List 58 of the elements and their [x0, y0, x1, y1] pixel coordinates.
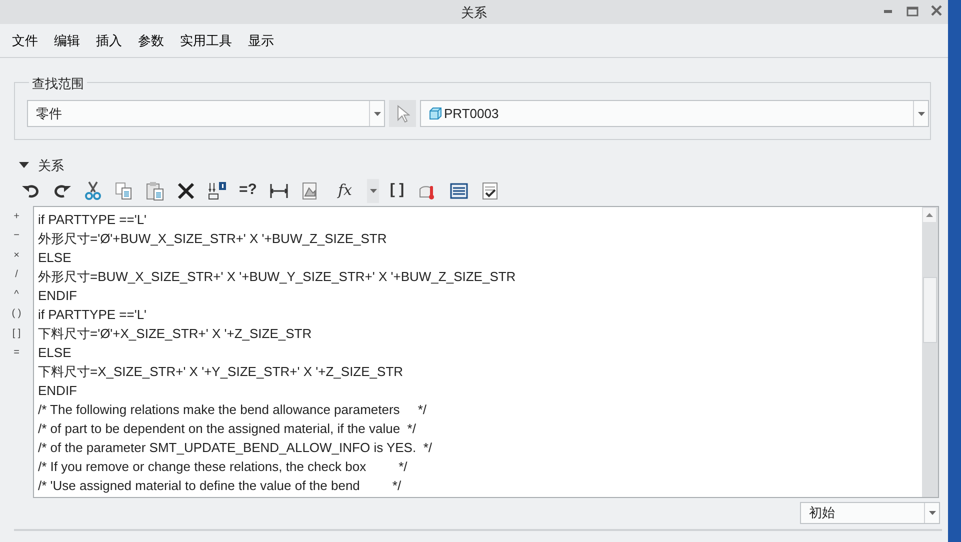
- section-title: 关系: [38, 157, 64, 175]
- code-line: /* If you remove or change these relations, the check box */: [38, 458, 408, 476]
- menu-item[interactable]: 编辑: [54, 30, 80, 50]
- code-line: ELSE: [38, 344, 72, 362]
- code-line: /* of part to be dependent on the assigned material, if the value */: [38, 420, 417, 438]
- code-line: 下料尺寸='Ø'+X_SIZE_STR+' X '+Z_SIZE_STR: [38, 324, 313, 342]
- code-line: ELSE: [38, 248, 72, 266]
- scissors-icon: [83, 180, 103, 200]
- window-title: 关系: [461, 4, 487, 22]
- model-name: PRT0003: [444, 104, 499, 123]
- delete-icon: [176, 180, 196, 200]
- operator-button[interactable]: ×: [14, 246, 20, 265]
- caret-icon: [368, 188, 378, 194]
- code-line: if PARTTYPE =='L': [38, 306, 148, 324]
- type-dropdown[interactable]: 零件: [27, 100, 385, 127]
- operator-button[interactable]: +: [14, 206, 20, 226]
- operator-button[interactable]: ^: [14, 284, 19, 304]
- operator-button[interactable]: /: [15, 265, 18, 284]
- relations-editor[interactable]: [33, 206, 939, 498]
- caret-icon: [372, 110, 382, 116]
- operator-button[interactable]: −: [14, 226, 20, 246]
- operator-button[interactable]: =: [14, 343, 20, 362]
- scroll-up-icon: [922, 206, 937, 222]
- part-icon: [429, 107, 442, 120]
- tool-button[interactable]: =?: [235, 178, 261, 202]
- code-line: /* 'Use assigned material to define the value of the bend */: [38, 476, 402, 494]
- function-button[interactable]: fx: [328, 178, 362, 202]
- dimension-icon: [207, 180, 227, 200]
- model-dropdown[interactable]: PRT0003: [420, 100, 929, 127]
- code-line: /* of the parameter SMT_UPDATE_BEND_ALLOW_INFO is YES. */: [38, 438, 433, 456]
- checklist-icon: [480, 180, 500, 200]
- menu-item[interactable]: 插入: [96, 30, 122, 50]
- code-line: ENDIF: [38, 382, 78, 400]
- operator-button[interactable]: [ ]: [12, 324, 21, 343]
- code-line: /* The following relations make the bend allowance parameters */: [38, 400, 428, 418]
- code-line: ENDIF: [38, 286, 78, 304]
- dropdown-button[interactable]: [367, 178, 379, 202]
- state-dropdown[interactable]: 初始: [800, 502, 940, 524]
- code-line: 外形尺寸=BUW_X_SIZE_STR+' X '+BUW_Y_SIZE_STR+' X '+BUW_Z_SIZE_STR: [38, 268, 517, 286]
- select-button[interactable]: [389, 100, 416, 127]
- tool-button[interactable]: [ ]: [384, 178, 410, 202]
- pointer-icon: [396, 104, 410, 122]
- scrollbar-thumb[interactable]: [923, 276, 937, 342]
- operator-button[interactable]: ( ): [12, 304, 22, 324]
- code-line: 下料尺寸=X_SIZE_STR+' X '+Y_SIZE_STR+' X '+Z_SIZE_STR: [38, 362, 404, 380]
- caret-icon: [916, 110, 926, 116]
- minimize-icon: [884, 10, 892, 12]
- code-line: 外形尺寸='Ø'+BUW_X_SIZE_STR+' X '+BUW_Z_SIZE_STR: [38, 230, 388, 248]
- clipboard-icon: [145, 180, 165, 200]
- code-line: if PARTTYPE =='L': [38, 210, 148, 228]
- menu-item[interactable]: 显示: [248, 30, 274, 50]
- menu-item[interactable]: 文件: [12, 30, 38, 50]
- menu-item[interactable]: 实用工具: [180, 30, 232, 50]
- caret-icon: [928, 510, 936, 516]
- menu-item[interactable]: 参数: [138, 30, 164, 50]
- copy-icon: [114, 180, 134, 200]
- scrollbar[interactable]: [922, 206, 938, 496]
- list-icon: [449, 180, 469, 200]
